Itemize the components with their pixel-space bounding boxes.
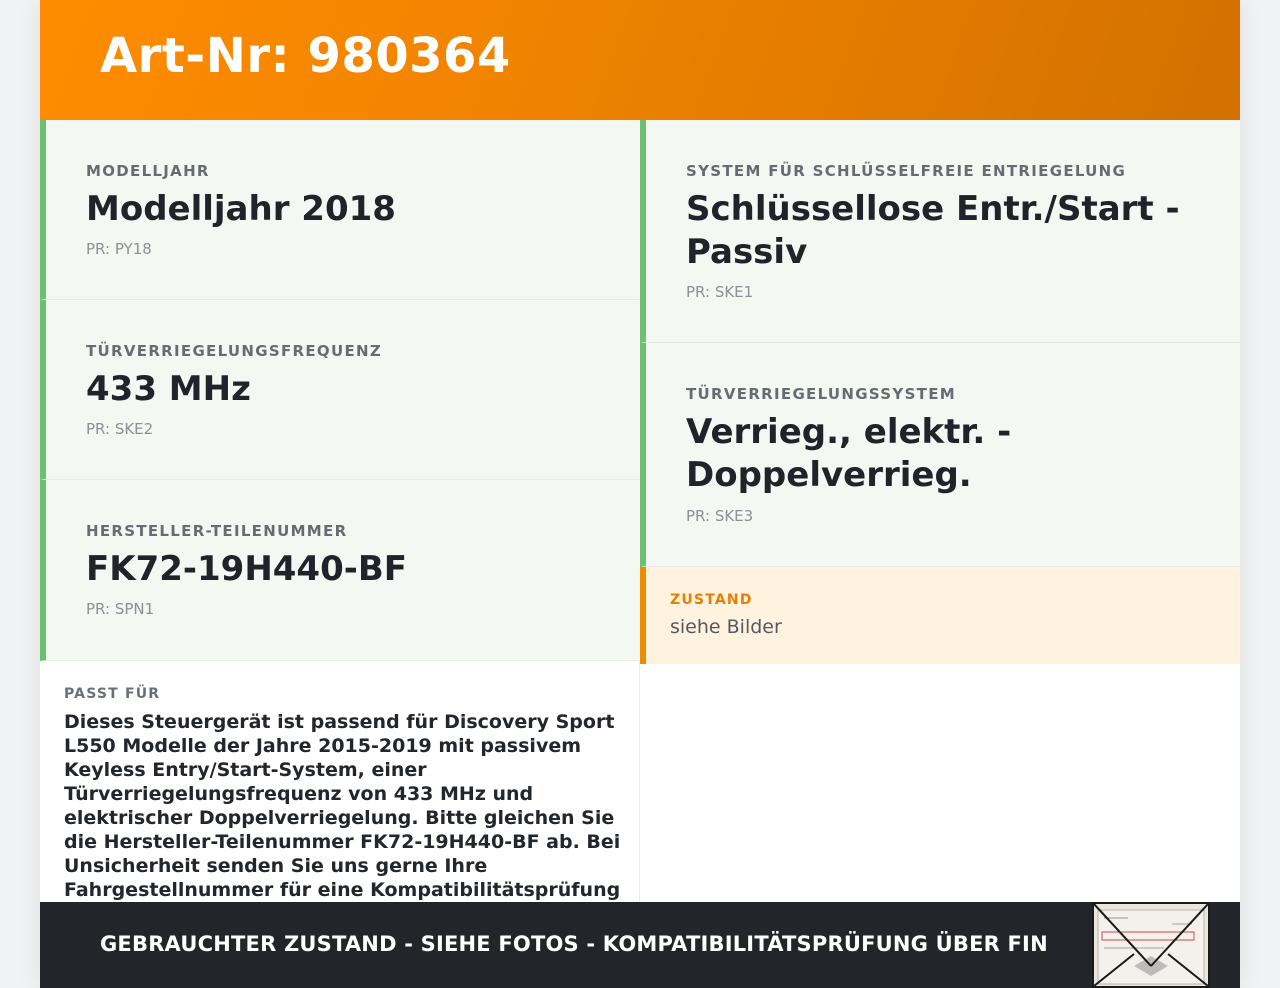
spec-pr-code: PR: PY18 xyxy=(86,240,152,258)
spec-model-year: Modelljahr Modelljahr 2018 PR: PY18 xyxy=(40,120,640,300)
condition-value: siehe Bilder xyxy=(670,616,782,638)
spec-label: Modelljahr xyxy=(86,162,210,180)
spec-pr-code: PR: SKE1 xyxy=(686,283,754,301)
page-header: Art-Nr: 980364 xyxy=(40,0,1240,120)
footer-note: Gebrauchter Zustand - siehe Fotos - Komp… xyxy=(100,932,1048,956)
spec-label: Hersteller-Teilenummer xyxy=(86,522,348,540)
spec-door-locking-system: Türverriegelungssystem Verrieg., elektr.… xyxy=(640,343,1240,567)
condition-box: Zustand siehe Bilder xyxy=(640,567,1240,664)
footer-bar: Gebrauchter Zustand - siehe Fotos - Komp… xyxy=(40,902,1240,988)
spec-label: Türverriegelungsfrequenz xyxy=(86,342,383,360)
photo-label-icon xyxy=(1094,904,1208,986)
spec-label: System für schlüsselfreie Entriegelung xyxy=(686,162,1127,180)
condition-label: Zustand xyxy=(670,592,753,608)
compatibility-label: Passt für xyxy=(64,686,161,702)
spec-label: Türverriegelungssystem xyxy=(686,385,956,403)
spec-pr-code: PR: SPN1 xyxy=(86,600,155,618)
product-photo-thumbnail[interactable] xyxy=(1092,902,1210,988)
spec-value: FK72-19H440-BF xyxy=(86,549,407,589)
compatibility-text: Dieses Steuergerät ist passend für Disco… xyxy=(64,711,621,925)
spec-value: 433 MHz xyxy=(86,369,251,409)
spec-value: Schlüssellose Entr./Start - Passiv xyxy=(686,189,1180,272)
spec-lock-frequency: Türverriegelungsfrequenz 433 MHz PR: SKE… xyxy=(40,300,640,480)
compatibility-section: Passt für Dieses Steuergerät ist passend… xyxy=(40,661,640,925)
spec-pr-code: PR: SKE3 xyxy=(686,507,754,525)
spec-pr-code: PR: SKE2 xyxy=(86,420,154,438)
spec-manufacturer-part-number: Hersteller-Teilenummer FK72-19H440-BF PR… xyxy=(40,480,640,661)
listing-sheet: Art-Nr: 980364 Modelljahr Modelljahr 201… xyxy=(40,0,1240,988)
spec-value: Modelljahr 2018 xyxy=(86,189,396,229)
spec-value: Verrieg., elektr. - Doppelverrieg. xyxy=(686,412,1012,495)
article-number-title: Art-Nr: 980364 xyxy=(100,28,511,84)
spec-keyless-entry-system: System für schlüsselfreie Entriegelung S… xyxy=(640,120,1240,343)
